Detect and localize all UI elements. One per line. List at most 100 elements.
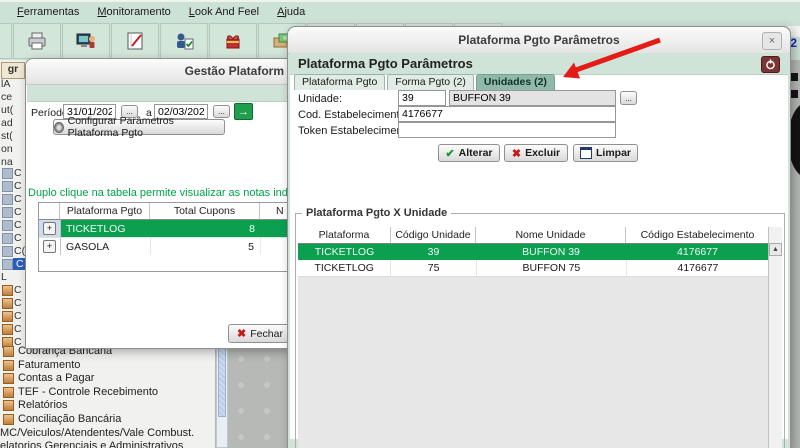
printer-icon[interactable] [13, 23, 61, 59]
browse-dots: ... [625, 94, 632, 103]
sidebar-item-label: Relatórios [18, 399, 68, 411]
sidebar-item-label: TEF - Controle Recebimento [18, 386, 158, 398]
scroll-up-icon[interactable]: ▲ [769, 243, 782, 256]
sidebar-fragment[interactable]: C [14, 193, 22, 205]
clock-icon[interactable] [0, 23, 12, 59]
close-x-icon: ✖ [237, 327, 246, 340]
menu-ferramentas[interactable]: Ferramentas [8, 4, 88, 20]
sidebar-fragment[interactable]: L [1, 271, 7, 283]
folder-icon [2, 207, 13, 218]
sidebar-fragment[interactable]: C [14, 310, 22, 322]
sidebar-fragment[interactable]: ut( [1, 104, 13, 116]
folder-icon [2, 298, 13, 309]
dialog-body: Plataforma Pgto Parâmetros Plataforma Pg… [290, 53, 788, 439]
dialog-tabs: Plataforma Pgto Forma Pgto (2) Unidades … [294, 74, 555, 90]
sidebar-item-mc-veiculos[interactable]: MC/Veiculos/Atendentes/Vale Combust. [0, 427, 194, 439]
excluir-button[interactable]: ✖ Excluir [504, 144, 568, 162]
sidebar-item-conciliacao[interactable]: Conciliação Bancária [3, 413, 121, 425]
up-glyph: ▲ [772, 246, 779, 253]
sidebar-fragment[interactable]: ad [1, 117, 13, 129]
cell-nome-unidade: BUFFON 75 [477, 260, 627, 276]
alterar-button[interactable]: ✔ Alterar [438, 144, 500, 162]
gift-icon[interactable] [209, 23, 257, 59]
configurar-parametros-button[interactable]: Configurar Parâmetros Plataforma Pgto [53, 119, 225, 135]
application-window: Ferramentas Monitoramento Look And Feel … [0, 0, 800, 448]
unidade-table-header: Plataforma Código Unidade Nome Unidade C… [298, 227, 769, 244]
sidebar-fragment[interactable]: lA [1, 78, 10, 90]
sidebar-fragment[interactable]: C( [14, 245, 25, 257]
table-scrollbar[interactable]: ▲ ▼ [768, 227, 782, 448]
column-header: Plataforma [298, 227, 391, 243]
go-button[interactable]: → [234, 103, 253, 120]
folder-icon [2, 285, 13, 296]
close-icon[interactable]: × [762, 32, 782, 50]
dialog-titlebar[interactable]: Plataforma Pgto Parâmetros × [288, 27, 790, 54]
sidebar-item-label: Conciliação Bancária [18, 413, 121, 425]
token-estabelecimento-input[interactable] [398, 122, 616, 138]
limpar-button[interactable]: Limpar [573, 144, 638, 162]
sidebar-fragment[interactable]: gr [1, 62, 25, 79]
sidebar-fragment[interactable]: C [14, 284, 22, 296]
sidebar-fragment[interactable]: on [1, 143, 13, 155]
folder-icon [2, 259, 13, 270]
sidebar-item-contas-a-pagar[interactable]: Contas a Pagar [3, 372, 94, 384]
folder-icon [2, 194, 13, 205]
expand-button[interactable]: + [43, 222, 56, 235]
table-row[interactable]: TICKETLOG 75 BUFFON 75 4176677 [298, 260, 769, 277]
cod-estabelecimento-input[interactable] [398, 106, 616, 122]
sidebar-fragment[interactable]: C [14, 180, 22, 192]
folder-icon [2, 220, 13, 231]
dialog-header-title: Plataforma Pgto Parâmetros [298, 56, 473, 71]
cell-codigo-estabelecimento: 4176677 [627, 260, 769, 276]
scrollbar-thumb[interactable] [218, 339, 226, 417]
unidade-label: Unidade: [298, 93, 342, 105]
double-click-hint: Duplo clique na tabela permite visualiza… [28, 187, 288, 199]
sidebar-fragment[interactable]: C [14, 167, 22, 179]
column-header: Código Unidade [391, 227, 476, 243]
menu-look-and-feel[interactable]: Look And Feel [180, 4, 268, 20]
cell-codigo-unidade: 39 [391, 244, 476, 260]
sidebar-fragment[interactable]: ce [1, 91, 12, 103]
cell-codigo-estabelecimento: 4176677 [626, 244, 769, 260]
menu-ajuda[interactable]: Ajuda [268, 4, 314, 20]
sidebar-fragment[interactable]: C [14, 206, 22, 218]
folder-icon [3, 373, 14, 384]
expand-button[interactable]: + [43, 240, 56, 253]
menubar: Ferramentas Monitoramento Look And Feel … [0, 0, 800, 22]
notepad-icon[interactable] [111, 23, 159, 59]
table-row-selected[interactable]: TICKETLOG 39 BUFFON 39 4176677 [298, 244, 769, 260]
unidade-browse-button[interactable]: ... [620, 91, 637, 105]
column-header: Total Cupons [150, 203, 260, 219]
groupbox-title: Plataforma Pgto X Unidade [302, 207, 451, 219]
limpar-label: Limpar [596, 147, 631, 159]
cell-codigo-unidade: 75 [391, 260, 476, 276]
column-header: Nome Unidade [476, 227, 626, 243]
sidebar-fragment[interactable]: C [14, 297, 22, 309]
unidade-code-input[interactable] [398, 90, 446, 106]
sidebar-fragment[interactable]: C [14, 232, 22, 244]
sidebar-fragment[interactable]: C [14, 323, 22, 335]
row-expander-cell: + [39, 220, 61, 237]
table-empty-area [298, 277, 769, 448]
folder-icon [3, 400, 14, 411]
tab-unidades[interactable]: Unidades (2) [476, 74, 555, 90]
menu-monitoramento[interactable]: Monitoramento [88, 4, 179, 20]
tab-plataforma-pgto[interactable]: Plataforma Pgto [294, 74, 385, 90]
sidebar-fragment[interactable]: na [1, 156, 13, 168]
tab-forma-pgto[interactable]: Forma Pgto (2) [387, 74, 474, 90]
workstation-icon[interactable] [62, 23, 110, 59]
sidebar-item-relatorios-gerenciais[interactable]: elatorios Gerenciais e Administrativos [0, 440, 183, 448]
fechar-button[interactable]: ✖ Fechar [228, 324, 292, 343]
sidebar-item-tef[interactable]: TEF - Controle Recebimento [3, 386, 158, 398]
folder-icon [2, 233, 13, 244]
person-check-icon[interactable] [160, 23, 208, 59]
cell-plataforma: TICKETLOG [298, 260, 391, 276]
sidebar-item-relatorios[interactable]: Relatórios [3, 399, 68, 411]
excluir-label: Excluir [525, 147, 560, 159]
sidebar-fragment[interactable]: st( [1, 130, 13, 142]
power-icon[interactable] [761, 56, 780, 73]
sidebar-item-faturamento[interactable]: Faturamento [3, 359, 80, 371]
folder-icon [2, 168, 13, 179]
sidebar-item-label: MC/Veiculos/Atendentes/Vale Combust. [0, 427, 194, 439]
sidebar-fragment[interactable]: C [14, 219, 22, 231]
